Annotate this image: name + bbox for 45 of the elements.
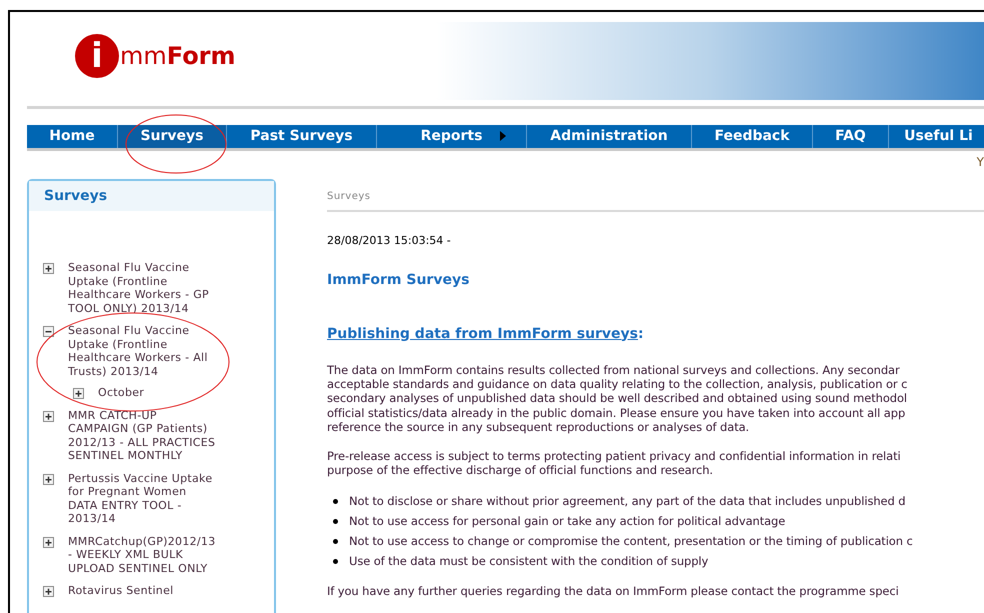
section-link[interactable]: Publishing data from ImmForm surveys: [327, 324, 638, 344]
expand-icon[interactable]: [73, 388, 84, 399]
bullet-icon: [333, 538, 338, 544]
page-heading: ImmForm Surveys: [327, 270, 470, 290]
survey-link[interactable]: Seasonal Flu Vaccine Uptake (Frontline Healthcare Workers - GP TOOL ONLY) 2013/14: [68, 261, 218, 315]
expand-icon[interactable]: [43, 474, 54, 484]
nav-tab[interactable]: Feedback: [692, 125, 813, 148]
paragraph-line: purpose of the effective discharge of official functions and research.: [327, 462, 714, 478]
survey-link[interactable]: October: [98, 386, 248, 400]
survey-link[interactable]: Pertussis Vaccine Uptake for Pregnant Women DATA ENTRY TOOL - 2013/14: [68, 472, 218, 526]
bullet-text: Not to use access for personal gain or take any action for political advantage: [349, 514, 786, 528]
paragraph-line: If you have any further queries regarding the data on ImmForm please contact the programme speci: [327, 584, 900, 598]
expand-icon[interactable]: [43, 536, 54, 548]
paragraph-line: The data on ImmForm contains results collected from national surveys and collections. Any secondar: [327, 362, 901, 377]
nav-tab[interactable]: Reports: [377, 125, 527, 148]
nav-tab[interactable]: Past Surveys: [227, 125, 377, 148]
paragraph-line: official statistics/data already in the public domain. Please ensure you have taken into account all app: [327, 406, 906, 420]
bullet-icon: [333, 558, 338, 564]
bullet-icon: [333, 498, 338, 504]
expand-icon[interactable]: [43, 263, 54, 274]
expand-icon[interactable]: [43, 410, 54, 422]
nav-tab[interactable]: Surveys: [118, 125, 227, 148]
timestamp: 28/08/2013 15:03:54 -: [327, 233, 452, 249]
survey-link[interactable]: Seasonal Flu Vaccine Uptake (Frontline Healthcare Workers - All Trusts) 2013/14: [68, 324, 218, 378]
paragraph-line: reference the source in any subsequent reproductions or analyses of data.: [327, 420, 750, 435]
paragraph-line: acceptable standards and guidance on data quality relating to the collection, analysis, publication or c: [327, 376, 908, 392]
survey-link[interactable]: MMRCatchup(GP)2012/13 - WEEKLY XML BULK UPLOAD SENTINEL ONLY: [68, 534, 218, 575]
nav-tab[interactable]: FAQ: [813, 125, 889, 148]
user-text: Y: [976, 154, 984, 171]
collapse-icon[interactable]: [43, 326, 54, 337]
survey-link[interactable]: MMR CATCH-UP CAMPAIGN (GP Patients) 2012/13 - ALL PRACTICES SENTINEL MONTHLY: [68, 408, 218, 462]
sidebar-title: Surveys: [44, 186, 108, 206]
immform-logo: i mmForm: [75, 34, 435, 78]
paragraph-line: Pre-release access is subject to terms protecting patient privacy and confidential information in relati: [327, 448, 902, 463]
bullet-icon: [333, 518, 338, 524]
expand-icon[interactable]: [43, 586, 54, 597]
paragraph-line: secondary analyses of unpublished data should be well described and obtained using sound methodol: [327, 391, 908, 406]
bullet-text: Not to disclose or share without prior agreement, any part of the data that includes unpublished d: [349, 494, 906, 508]
bullet-text: Use of the data must be consistent with the condition of supply: [349, 554, 708, 568]
nav-tab[interactable]: Useful Li: [889, 125, 984, 148]
colon-text: :: [638, 324, 644, 344]
breadcrumb: Surveys: [327, 190, 372, 204]
survey-link[interactable]: Rotavirus Sentinel: [68, 584, 218, 598]
bullet-text: Not to use access to change or compromise the content, presentation or the timing of publication c: [349, 534, 913, 548]
nav-tab[interactable]: Administration: [527, 125, 692, 148]
